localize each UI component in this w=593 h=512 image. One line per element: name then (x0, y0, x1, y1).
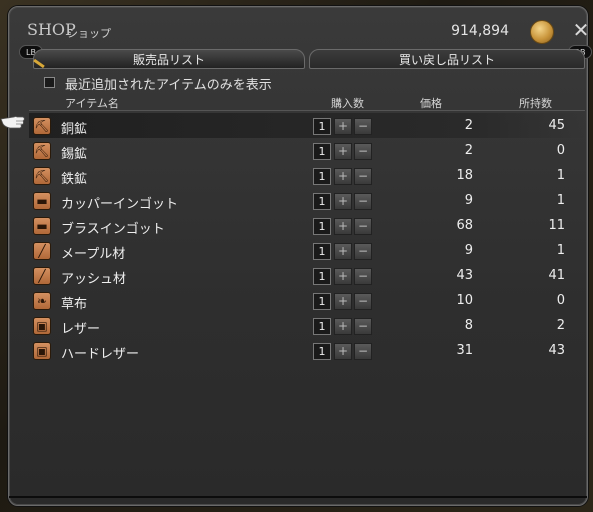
quantity-field[interactable]: 1 (313, 118, 331, 135)
lumber-icon: ╱ (33, 242, 51, 260)
tab-sell-list[interactable]: 販売品リスト (33, 49, 305, 69)
item-owned-count: 0 (556, 143, 565, 158)
quantity-minus-button[interactable]: − (354, 143, 372, 160)
quantity-field[interactable]: 1 (313, 343, 331, 360)
quantity-plus-button[interactable]: + (334, 268, 352, 285)
item-price: 31 (456, 343, 473, 358)
item-row[interactable]: ╱ アッシュ材 1 + − 43 41 (29, 263, 585, 288)
quantity-field[interactable]: 1 (313, 318, 331, 335)
item-name: 草布 (61, 297, 88, 312)
quantity-plus-button[interactable]: + (334, 168, 352, 185)
quantity-minus-button[interactable]: − (354, 268, 372, 285)
quantity-minus-button[interactable]: − (354, 118, 372, 135)
quantity-minus-button[interactable]: − (354, 343, 372, 360)
quantity-plus-button[interactable]: + (334, 293, 352, 310)
leather-icon: ▣ (33, 317, 51, 335)
quantity-field[interactable]: 1 (313, 218, 331, 235)
quantity-plus-button[interactable]: + (334, 343, 352, 360)
quantity-field[interactable]: 1 (313, 168, 331, 185)
anvil-icon: ▬ (33, 217, 51, 235)
item-name: アッシュ材 (61, 272, 127, 287)
quantity-minus-button[interactable]: − (354, 218, 372, 235)
anvil-icon: ▬ (33, 192, 51, 210)
item-owned-count: 43 (548, 343, 565, 358)
item-name: ハードレザー (61, 347, 140, 362)
item-owned-count: 1 (556, 193, 565, 208)
column-header-name: アイテム名 (65, 97, 119, 110)
column-header-owned: 所持数 (519, 97, 552, 110)
quantity-plus-button[interactable]: + (334, 318, 352, 335)
quantity-plus-button[interactable]: + (334, 193, 352, 210)
item-price: 18 (456, 168, 473, 183)
item-price: 68 (456, 218, 473, 233)
quantity-plus-button[interactable]: + (334, 118, 352, 135)
recent-items-filter-label[interactable]: 最近追加されたアイテムのみを表示 (65, 74, 272, 93)
item-row[interactable]: ▬ ブラスインゴット 1 + − 68 11 (29, 213, 585, 238)
window-subtitle: ショップ (67, 27, 111, 40)
item-row[interactable]: ⛏ 銅鉱 1 + − 2 45 (29, 113, 585, 138)
quantity-field[interactable]: 1 (313, 143, 331, 160)
gil-amount: 914,894 (451, 23, 509, 39)
tab-buyback-list[interactable]: 買い戻し品リスト (309, 49, 585, 69)
item-price: 9 (464, 193, 473, 208)
item-row[interactable]: ⛏ 錫鉱 1 + − 2 0 (29, 138, 585, 163)
item-price: 2 (464, 118, 473, 133)
shop-window: SHOP ショップ 914,894 ✕ LB RB 販売品リスト 買い戻し品リス… (8, 6, 592, 506)
header-divider (29, 110, 585, 111)
quantity-field[interactable]: 1 (313, 193, 331, 210)
quantity-plus-button[interactable]: + (334, 218, 352, 235)
column-header-price: 価格 (420, 97, 442, 110)
item-owned-count: 2 (556, 318, 565, 333)
lumber-icon: ╱ (33, 267, 51, 285)
quantity-minus-button[interactable]: − (354, 243, 372, 260)
quantity-field[interactable]: 1 (313, 243, 331, 260)
item-name: レザー (61, 322, 101, 337)
item-owned-count: 45 (548, 118, 565, 133)
window-bottom-edge (9, 496, 587, 498)
item-row[interactable]: ▣ レザー 1 + − 8 2 (29, 313, 585, 338)
column-header-qty: 購入数 (331, 97, 364, 110)
quantity-minus-button[interactable]: − (354, 293, 372, 310)
item-name: ブラスインゴット (61, 222, 165, 237)
close-icon[interactable]: ✕ (570, 19, 592, 41)
item-row[interactable]: ❧ 草布 1 + − 10 0 (29, 288, 585, 313)
pickaxe-icon: ⛏ (33, 117, 51, 135)
item-owned-count: 0 (556, 293, 565, 308)
item-row[interactable]: ╱ メープル材 1 + −9 1 (29, 238, 585, 263)
item-price: 2 (464, 143, 473, 158)
quantity-minus-button[interactable]: − (354, 318, 372, 335)
item-name: 錫鉱 (61, 147, 88, 162)
item-name: カッパーインゴット (61, 197, 179, 212)
quantity-field[interactable]: 1 (313, 293, 331, 310)
quantity-plus-button[interactable]: + (334, 143, 352, 160)
item-price: 43 (456, 268, 473, 283)
item-name: 銅鉱 (61, 122, 88, 137)
item-owned-count: 1 (556, 243, 565, 258)
item-price: 10 (456, 293, 473, 308)
quantity-minus-button[interactable]: − (354, 193, 372, 210)
pickaxe-icon: ⛏ (33, 142, 51, 160)
item-row[interactable]: ▣ ハードレザー 1 + − 31 43 (29, 338, 585, 363)
tab-bar: 販売品リスト 買い戻し品リスト (29, 49, 589, 69)
item-row[interactable]: ▬ カッパーインゴット 1 + −9 1 (29, 188, 585, 213)
item-owned-count: 1 (556, 168, 565, 183)
gil-coin-icon (530, 20, 554, 44)
quantity-plus-button[interactable]: + (334, 243, 352, 260)
cloth-icon: ❧ (33, 292, 51, 310)
leather-icon: ▣ (33, 342, 51, 360)
item-price: 9 (464, 243, 473, 258)
quantity-field[interactable]: 1 (313, 268, 331, 285)
item-price: 8 (464, 318, 473, 333)
item-row[interactable]: ⛏ 鉄鉱 1 + −18 1 (29, 163, 585, 188)
recent-items-checkbox[interactable] (44, 77, 55, 88)
hand-pointer-icon (0, 116, 25, 129)
quantity-minus-button[interactable]: − (354, 168, 372, 185)
item-owned-count: 41 (548, 268, 565, 283)
item-name: メープル材 (61, 247, 126, 262)
item-name: 鉄鉱 (61, 172, 88, 187)
pickaxe-icon: ⛏ (33, 167, 51, 185)
item-owned-count: 11 (548, 218, 565, 233)
